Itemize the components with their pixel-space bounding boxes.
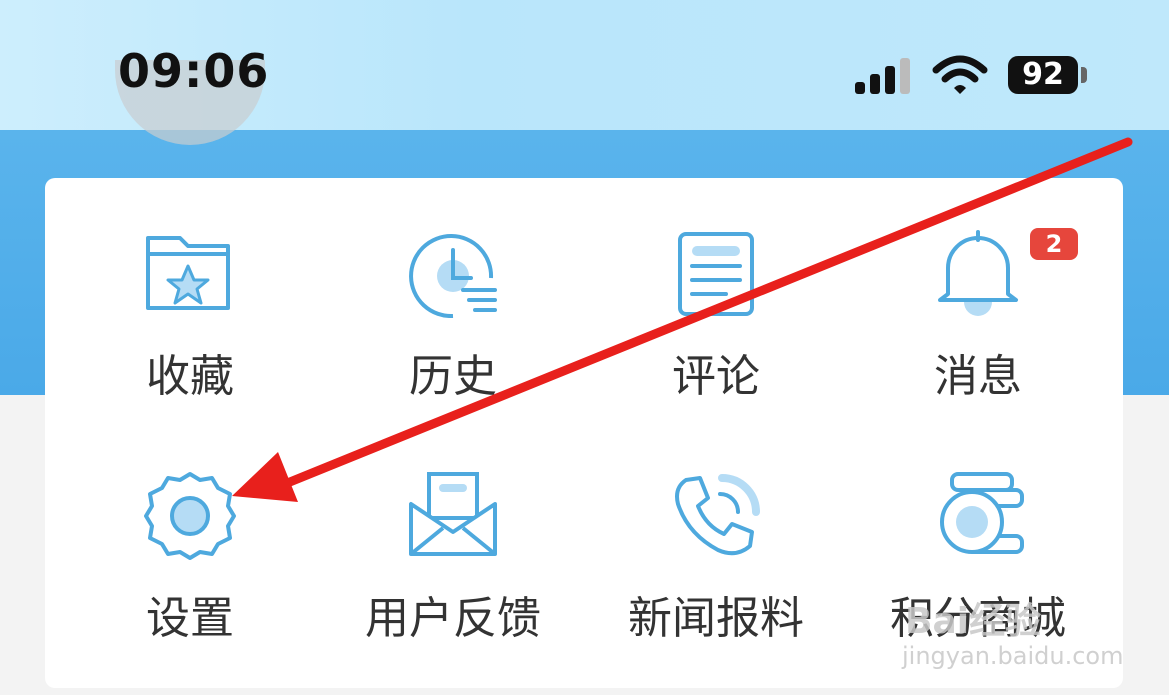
battery-level: 92	[1008, 56, 1078, 94]
status-time: 09:06	[118, 44, 270, 98]
menu-label: 新闻报料	[628, 593, 804, 644]
favorites-folder-star-icon	[146, 236, 230, 310]
menu-label: 评论	[672, 351, 760, 402]
menu-label: 收藏	[146, 351, 234, 402]
menu-label: 历史	[409, 351, 497, 402]
settings-gear-icon	[144, 472, 236, 560]
menu-item-favorites[interactable]: 收藏	[90, 228, 290, 428]
menu-item-comments[interactable]: 评论	[616, 228, 816, 428]
menu-item-feedback[interactable]: 用户反馈	[353, 470, 553, 670]
cellular-signal-icon	[855, 56, 915, 94]
status-bar: 09:06 92	[0, 0, 1169, 130]
feedback-envelope-icon	[409, 472, 497, 556]
points-mall-coins-icon	[940, 472, 1024, 554]
wifi-icon	[932, 55, 988, 94]
history-clock-icon	[409, 234, 497, 318]
bell-icon	[938, 230, 1018, 316]
menu-item-history[interactable]: 历史	[353, 228, 553, 428]
news-tip-phone-icon	[675, 474, 760, 556]
battery-tip	[1081, 67, 1087, 83]
menu-label: 消息	[934, 351, 1022, 402]
watermark-url: jingyan.baidu.com	[902, 642, 1124, 670]
watermark-logo: Bai经验	[905, 601, 1042, 642]
unread-badge: 2	[1030, 228, 1078, 260]
comment-document-icon	[678, 232, 754, 316]
menu-item-settings[interactable]: 设置	[90, 470, 290, 670]
menu-label: 设置	[146, 593, 234, 644]
menu-item-news-tip[interactable]: 新闻报料	[616, 470, 816, 670]
menu-label: 用户反馈	[365, 593, 541, 644]
